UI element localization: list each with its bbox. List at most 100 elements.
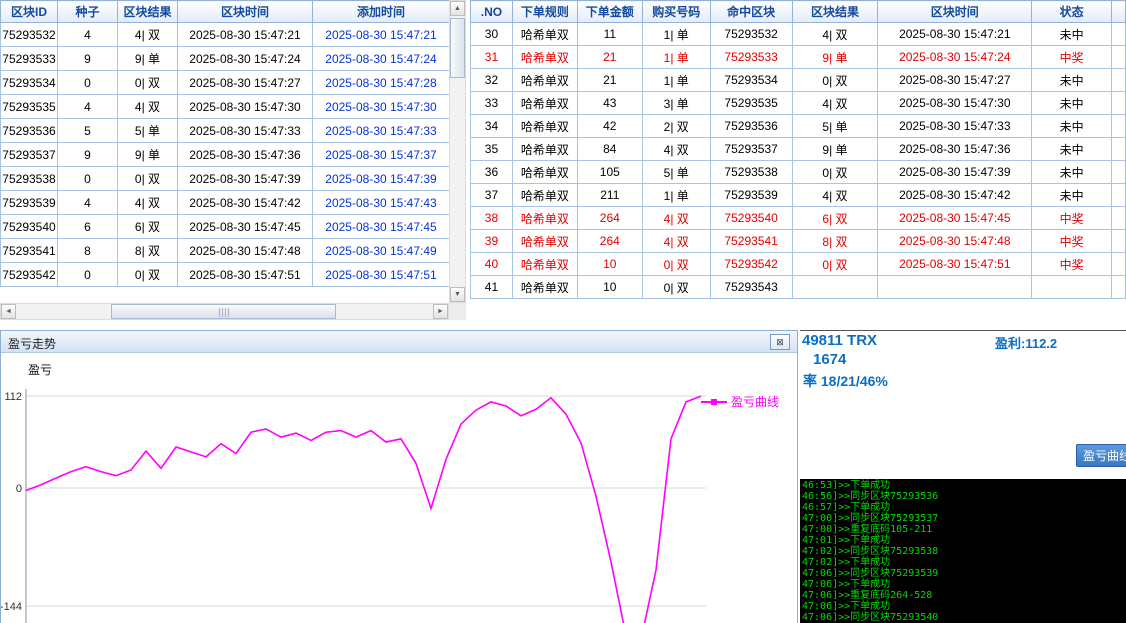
column-header[interactable]: 区块时间 [178,1,313,23]
legend-label: 盈亏曲线 [731,393,779,410]
cell: 2025-08-30 15:47:27 [178,71,313,95]
win-rate-text: 率 18/21/46% [803,371,888,391]
cell: 哈希单双 [512,161,577,184]
column-header[interactable] [1111,1,1125,23]
cell: 21 [577,69,642,92]
cell: 哈希单双 [512,23,577,46]
table-row[interactable]: 40哈希单双100| 双752935420| 双2025-08-30 15:47… [471,253,1126,276]
cell: 9| 单 [118,47,178,71]
column-header[interactable]: 区块结果 [792,1,878,23]
y-axis-title: 盈亏 [28,361,52,378]
cell: 75293539 [710,184,792,207]
chart-legend: 盈亏曲线 [701,393,779,410]
cell: 中奖 [1032,230,1112,253]
column-header[interactable]: 下单规则 [512,1,577,23]
cell: 未中 [1032,23,1112,46]
cell: 4| 双 [642,138,710,161]
column-header[interactable]: 区块结果 [118,1,178,23]
table-row[interactable]: 30哈希单双111| 单752935324| 双2025-08-30 15:47… [471,23,1126,46]
cell: 0| 双 [118,167,178,191]
scrollbar-corner [449,303,466,320]
column-header[interactable]: 添加时间 [313,1,450,23]
table-row[interactable]: 39哈希单双2644| 双752935418| 双2025-08-30 15:4… [471,230,1126,253]
cell: 34 [471,115,513,138]
log-line: 46:53]>>下单成功 [802,480,1126,491]
cell: 36 [471,161,513,184]
profit-curve-button[interactable]: 盈亏曲线 [1076,444,1126,467]
cell: 75293540 [710,207,792,230]
column-header[interactable]: 种子 [58,1,118,23]
cell [792,276,878,299]
cell: 2025-08-30 15:47:33 [178,119,313,143]
cell: 33 [471,92,513,115]
column-header[interactable]: 区块ID [1,1,58,23]
column-header[interactable]: .NO [471,1,513,23]
table-row[interactable]: 31哈希单双211| 单752935339| 单2025-08-30 15:47… [471,46,1126,69]
window-titlebar[interactable]: 盈亏走势 ⊠ [1,331,797,353]
table-row[interactable]: 7529353799| 单2025-08-30 15:47:362025-08-… [1,143,450,167]
cell: 8 [58,239,118,263]
cell: 2025-08-30 15:47:36 [878,138,1032,161]
column-header[interactable]: 状态 [1032,1,1112,23]
table-row[interactable]: 7529353400| 双2025-08-30 15:47:272025-08-… [1,71,450,95]
table-row[interactable]: 7529353944| 双2025-08-30 15:47:422025-08-… [1,191,450,215]
console-log[interactable]: 46:53]>>下单成功46:56]>>同步区块7529353646:57]>>… [800,479,1126,623]
scroll-down-button[interactable]: ▼ [450,287,465,302]
table-row[interactable]: 41哈希单双100| 双75293543 [471,276,1126,299]
cell: 75293541 [710,230,792,253]
table-row[interactable]: 7529353244| 双2025-08-30 15:47:212025-08-… [1,23,450,47]
cell: 4| 双 [118,95,178,119]
profit-trend-window: 盈亏走势 ⊠ 1120-144 盈亏 盈亏曲线 [0,330,798,623]
horizontal-scrollbar-thumb[interactable] [111,304,336,319]
cell: 4 [58,23,118,47]
cell: 9 [58,143,118,167]
scroll-left-button[interactable]: ◄ [1,304,16,319]
table-row[interactable]: 7529354066| 双2025-08-30 15:47:452025-08-… [1,215,450,239]
cell: 2025-08-30 15:47:36 [178,143,313,167]
table-row[interactable]: 32哈希单双211| 单752935340| 双2025-08-30 15:47… [471,69,1126,92]
cell: 哈希单双 [512,138,577,161]
table-row[interactable]: 7529353800| 双2025-08-30 15:47:392025-08-… [1,167,450,191]
cell: 1| 单 [642,46,710,69]
cell: 75293534 [1,71,58,95]
table-row[interactable]: 37哈希单双2111| 单752935394| 双2025-08-30 15:4… [471,184,1126,207]
cell: 2025-08-30 15:47:27 [878,69,1032,92]
cell: 75293533 [1,47,58,71]
scroll-up-button[interactable]: ▲ [450,1,465,16]
balance-text: 49811 TRX [802,332,877,349]
cell: 4| 双 [792,23,878,46]
column-header[interactable]: 购买号码 [642,1,710,23]
cell: 哈希单双 [512,230,577,253]
stats-panel: 49811 TRX 盈利:112.2 1674 率 18/21/46% 盈亏曲线… [800,330,1126,623]
cell: 2025-08-30 15:47:28 [313,71,450,95]
cell: 5| 单 [792,115,878,138]
cell: 哈希单双 [512,115,577,138]
scroll-right-button[interactable]: ► [433,304,448,319]
blocks-horizontal-scrollbar[interactable]: ◄ ► [0,303,449,320]
window-control-button[interactable]: ⊠ [770,334,790,350]
table-row[interactable]: 7529353544| 双2025-08-30 15:47:302025-08-… [1,95,450,119]
blocks-vertical-scrollbar[interactable]: ▲ ▼ [449,0,466,303]
cell: 2025-08-30 15:47:51 [878,253,1032,276]
table-row[interactable]: 7529353399| 单2025-08-30 15:47:242025-08-… [1,47,450,71]
log-line: 47:06]>>下单成功 [802,601,1126,612]
table-row[interactable]: 34哈希单双422| 双752935365| 单2025-08-30 15:47… [471,115,1126,138]
cell: 9 [58,47,118,71]
cell: 0 [58,71,118,95]
cell: 4| 双 [118,23,178,47]
cell: 84 [577,138,642,161]
cell: 2025-08-30 15:47:37 [313,143,450,167]
column-header[interactable]: 下单金额 [577,1,642,23]
table-row[interactable]: 33哈希单双433| 单752935354| 双2025-08-30 15:47… [471,92,1126,115]
table-row[interactable]: 7529354200| 双2025-08-30 15:47:512025-08-… [1,263,450,287]
table-row[interactable]: 7529353655| 单2025-08-30 15:47:332025-08-… [1,119,450,143]
cell: 75293542 [710,253,792,276]
table-row[interactable]: 38哈希单双2644| 双752935406| 双2025-08-30 15:4… [471,207,1126,230]
column-header[interactable]: 区块时间 [878,1,1032,23]
table-row[interactable]: 7529354188| 双2025-08-30 15:47:482025-08-… [1,239,450,263]
table-row[interactable]: 35哈希单双844| 双752935379| 单2025-08-30 15:47… [471,138,1126,161]
table-row[interactable]: 36哈希单双1055| 单752935380| 双2025-08-30 15:4… [471,161,1126,184]
column-header[interactable]: 命中区块 [710,1,792,23]
vertical-scrollbar-thumb[interactable] [450,18,465,78]
scroll-right-icon: ► [437,308,444,315]
